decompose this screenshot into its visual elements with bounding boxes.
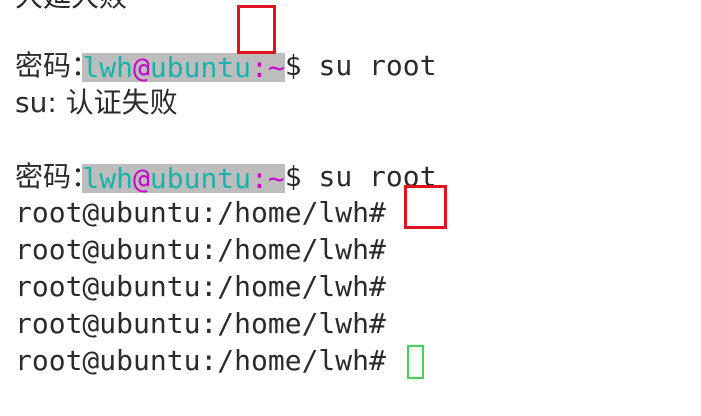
terminal-line-root-2: root@ubuntu:/home/lwh#: [15, 233, 386, 266]
prompt-colon: :: [251, 161, 268, 195]
root-prompt-text: root@ubuntu:/home/lwh#: [15, 344, 403, 377]
prompt-path: ~: [267, 161, 285, 195]
prompt-user-host: lwh@ubuntu:~: [82, 161, 285, 195]
command-text: su root: [301, 49, 437, 82]
terminal-line-password-2: 密码：: [15, 160, 100, 193]
terminal-line-prompt-2: lwh@ubuntu:~$ su root: [15, 121, 436, 193]
prompt-symbol: $: [284, 49, 302, 82]
terminal-line-prompt-1: lwh@ubuntu:~$ su root: [15, 10, 436, 82]
prompt-host: ubuntu: [149, 50, 252, 84]
terminal-line-root-1: root@ubuntu:/home/lwh#: [15, 196, 386, 229]
prompt-host: ubuntu: [149, 161, 252, 195]
terminal-cursor[interactable]: [406, 345, 424, 379]
terminal-line-root-4: root@ubuntu:/home/lwh#: [15, 307, 386, 340]
terminal-line-auth-fail: su: 认证失败: [15, 84, 178, 121]
annotation-dollar-highlight: [237, 5, 276, 54]
terminal-line-root-5: root@ubuntu:/home/lwh#: [15, 342, 424, 379]
prompt-symbol: $: [284, 160, 302, 193]
annotation-hash-highlight: [404, 185, 447, 229]
auth-fail-text: su: 认证失败: [15, 86, 178, 119]
terminal-line-root-3: root@ubuntu:/home/lwh#: [15, 270, 386, 303]
prompt-path: ~: [267, 50, 285, 84]
prompt-at: @: [133, 161, 150, 195]
prompt-at: @: [133, 50, 150, 84]
terminal-window[interactable]: 大延大败 lwh@ubuntu:~$ su root 密码： su: 认证失败 …: [0, 0, 701, 416]
terminal-line-password-1: 密码：: [15, 49, 100, 82]
prompt-colon: :: [251, 50, 268, 84]
prompt-user-host: lwh@ubuntu:~: [82, 50, 285, 84]
